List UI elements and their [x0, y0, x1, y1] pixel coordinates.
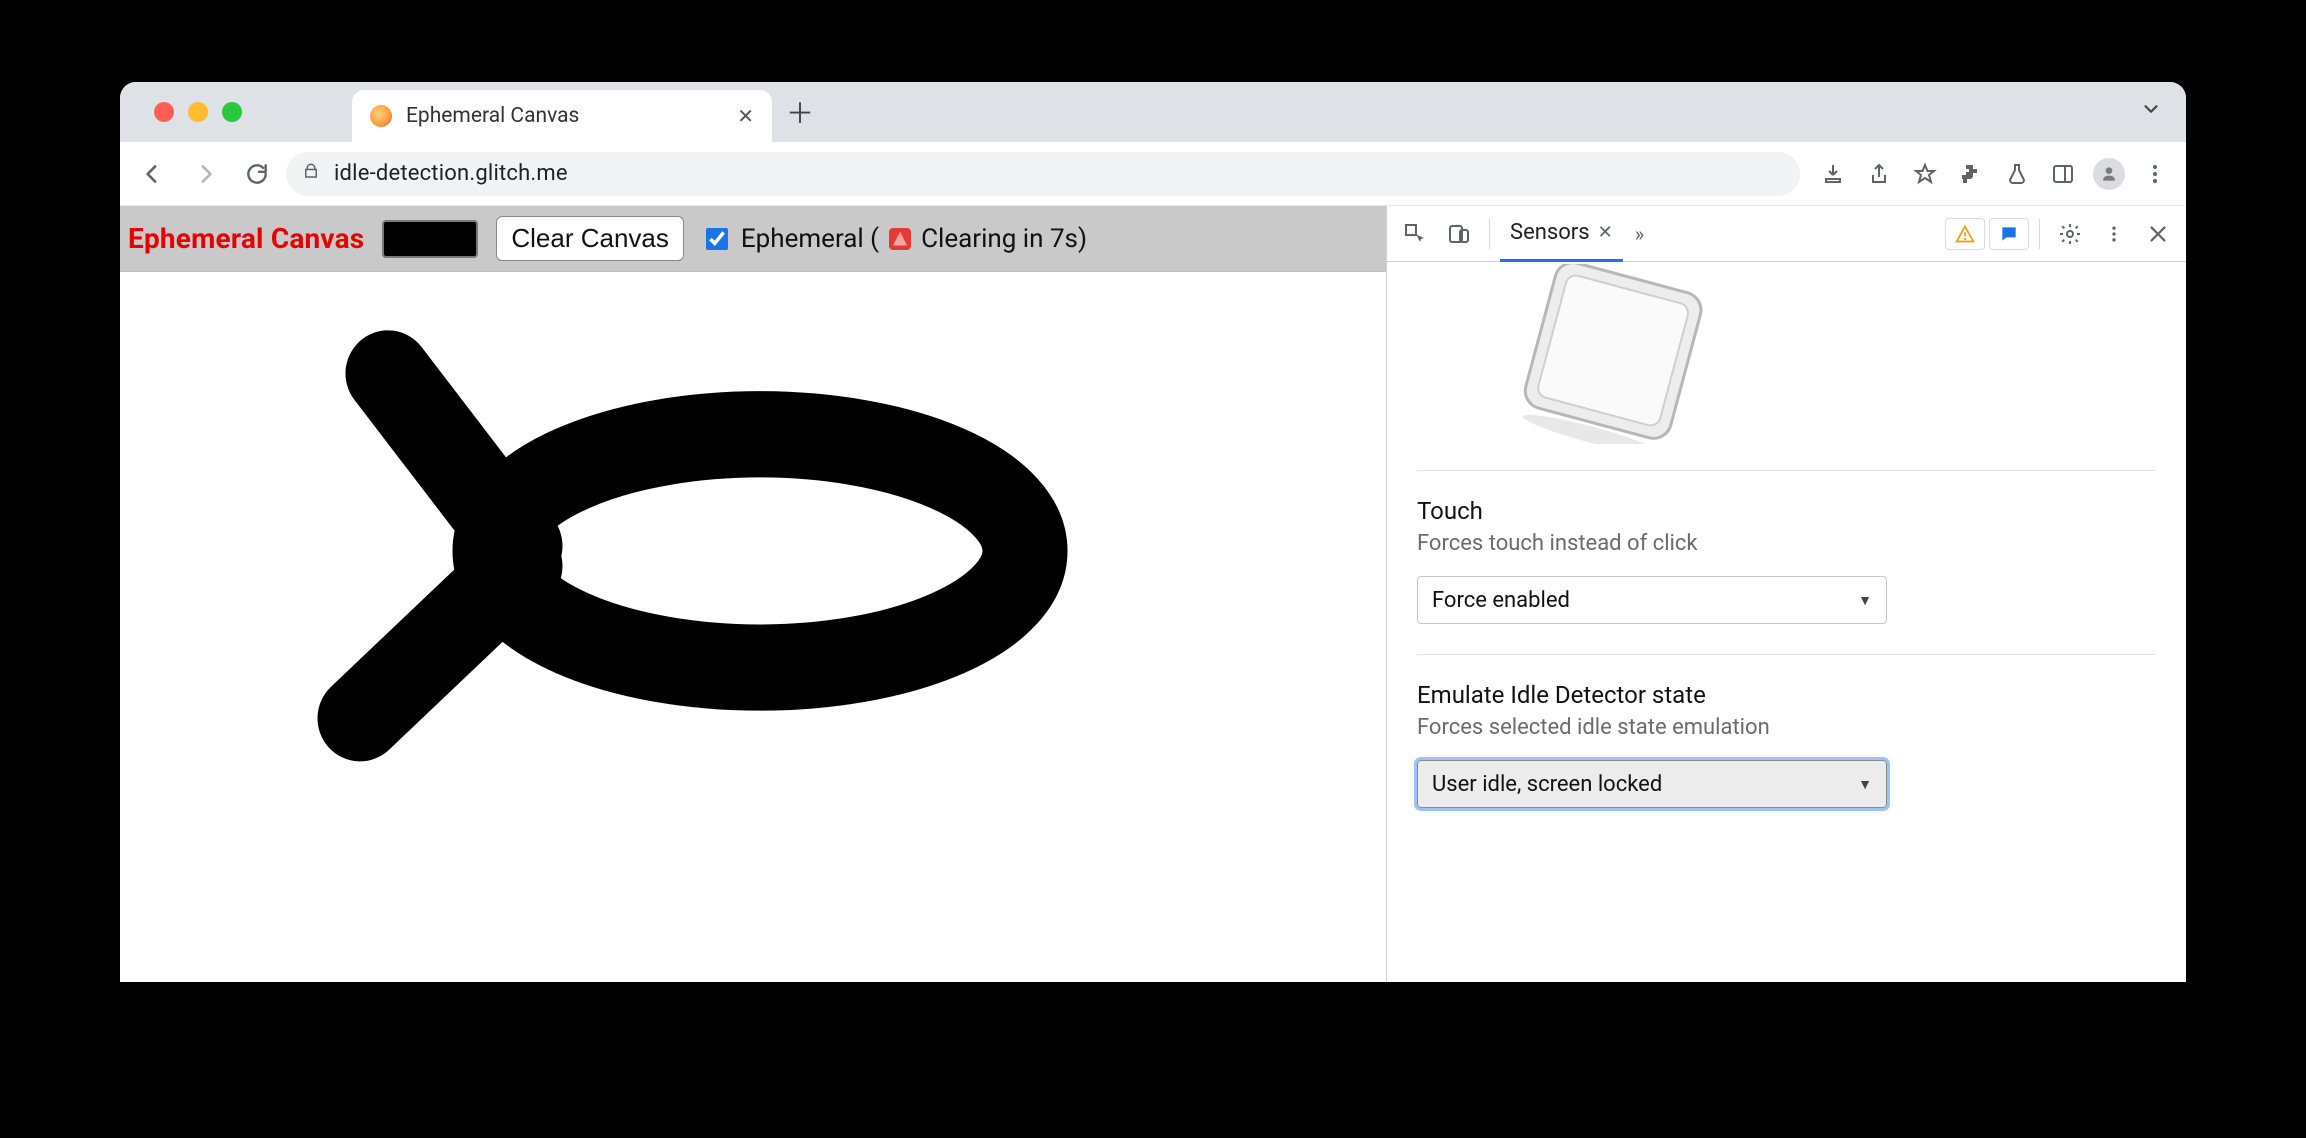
- chevron-down-icon: ▼: [1858, 776, 1872, 793]
- touch-subtitle: Forces touch instead of click: [1417, 531, 2156, 556]
- web-page: Ephemeral Canvas Clear Canvas Ephemeral …: [120, 206, 1386, 982]
- close-tab-button[interactable]: ✕: [737, 106, 754, 126]
- new-tab-button[interactable]: ＋: [780, 92, 820, 132]
- inspect-element-icon[interactable]: [1395, 214, 1435, 254]
- clear-canvas-button[interactable]: Clear Canvas: [496, 216, 684, 261]
- toolbar-actions: [1812, 153, 2176, 195]
- touch-title: Touch: [1417, 497, 2156, 525]
- labs-icon[interactable]: [1996, 153, 2038, 195]
- devtools-panel: Sensors ✕ »: [1386, 206, 2186, 982]
- tabs-overflow-button[interactable]: [2140, 98, 2162, 126]
- devtools-body: Touch Forces touch instead of click Forc…: [1387, 262, 2186, 982]
- touch-select[interactable]: Force enabled ▼: [1417, 576, 1887, 624]
- siren-icon: [889, 228, 911, 250]
- install-app-icon[interactable]: [1812, 153, 1854, 195]
- devtools-menu-icon[interactable]: [2094, 214, 2134, 254]
- idle-section: Emulate Idle Detector state Forces selec…: [1417, 654, 2156, 838]
- issues-info-badge[interactable]: [1989, 218, 2029, 250]
- ephemeral-checkbox[interactable]: [706, 228, 728, 250]
- app-toolbar: Ephemeral Canvas Clear Canvas Ephemeral …: [120, 206, 1386, 272]
- maximize-window-button[interactable]: [222, 102, 242, 122]
- url-text: idle-detection.glitch.me: [334, 161, 568, 186]
- chevron-down-icon: ▼: [1858, 592, 1872, 609]
- content: Ephemeral Canvas Clear Canvas Ephemeral …: [120, 206, 2186, 982]
- devtools-tab-label: Sensors: [1510, 220, 1590, 245]
- drawing-canvas[interactable]: [120, 272, 1386, 982]
- device-toolbar-icon[interactable]: [1439, 214, 1479, 254]
- touch-section: Touch Forces touch instead of click Forc…: [1417, 470, 2156, 654]
- issues-warning-badge[interactable]: [1945, 218, 1985, 250]
- back-button[interactable]: [130, 151, 176, 197]
- idle-subtitle: Forces selected idle state emulation: [1417, 715, 2156, 740]
- side-panel-icon[interactable]: [2042, 153, 2084, 195]
- tab-favicon: [370, 105, 392, 127]
- idle-select[interactable]: User idle, screen locked ▼: [1417, 760, 1887, 808]
- devtools-tabs-overflow[interactable]: »: [1629, 222, 1650, 246]
- share-icon[interactable]: [1858, 153, 1900, 195]
- ephemeral-label-prefix: Ephemeral (: [741, 224, 879, 254]
- extensions-icon[interactable]: [1950, 153, 1992, 195]
- reload-button[interactable]: [234, 151, 280, 197]
- close-window-button[interactable]: [154, 102, 174, 122]
- browser-tab[interactable]: Ephemeral Canvas ✕: [352, 90, 772, 142]
- tab-title: Ephemeral Canvas: [406, 104, 579, 128]
- devtools-tabs: Sensors ✕ »: [1500, 206, 1650, 262]
- devtools-tab-sensors[interactable]: Sensors ✕: [1500, 206, 1623, 262]
- profile-avatar[interactable]: [2088, 153, 2130, 195]
- devtools-header: Sensors ✕ »: [1387, 206, 2186, 262]
- tab-strip: Ephemeral Canvas ✕ ＋: [120, 82, 2186, 142]
- lock-icon: [302, 162, 320, 185]
- window-controls: [154, 102, 242, 122]
- devtools-settings-icon[interactable]: [2050, 214, 2090, 254]
- devtools-close-icon[interactable]: [2138, 214, 2178, 254]
- ephemeral-toggle[interactable]: Ephemeral ( Clearing in 7s): [702, 224, 1087, 254]
- address-bar[interactable]: idle-detection.glitch.me: [286, 152, 1800, 196]
- idle-select-value: User idle, screen locked: [1432, 772, 1662, 797]
- browser-window: Ephemeral Canvas ✕ ＋ idle-detection.glit…: [120, 82, 2186, 982]
- app-title: Ephemeral Canvas: [128, 222, 364, 255]
- color-swatch[interactable]: [382, 220, 478, 258]
- ephemeral-label-suffix: Clearing in 7s): [921, 224, 1087, 254]
- close-tab-icon[interactable]: ✕: [1598, 222, 1613, 243]
- browser-menu-button[interactable]: [2134, 153, 2176, 195]
- toolbar: idle-detection.glitch.me: [120, 142, 2186, 206]
- device-orientation-preview[interactable]: [1417, 270, 2156, 470]
- minimize-window-button[interactable]: [188, 102, 208, 122]
- bookmark-star-icon[interactable]: [1904, 153, 1946, 195]
- forward-button[interactable]: [182, 151, 228, 197]
- idle-title: Emulate Idle Detector state: [1417, 681, 2156, 709]
- touch-select-value: Force enabled: [1432, 588, 1570, 613]
